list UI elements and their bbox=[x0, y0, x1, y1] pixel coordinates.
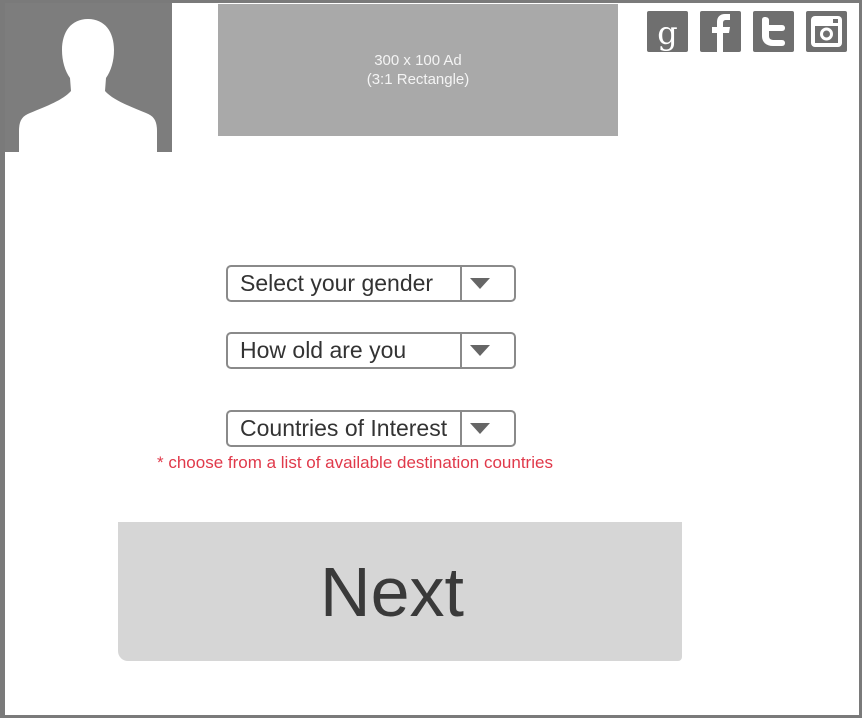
google-icon: g bbox=[657, 14, 677, 52]
next-button-label: Next bbox=[320, 552, 464, 631]
chevron-down-icon bbox=[470, 278, 490, 289]
google-button[interactable]: g bbox=[647, 11, 688, 52]
age-dropdown-toggle[interactable] bbox=[460, 334, 514, 367]
twitter-icon bbox=[762, 17, 785, 46]
facebook-icon bbox=[712, 14, 730, 52]
avatar[interactable] bbox=[5, 3, 172, 152]
countries-select-value: Countries of Interest bbox=[240, 415, 448, 441]
gender-dropdown-toggle[interactable] bbox=[460, 267, 514, 300]
facebook-button[interactable] bbox=[700, 11, 741, 52]
gender-select[interactable]: Select your gender bbox=[226, 265, 516, 302]
instagram-button[interactable] bbox=[806, 11, 847, 52]
ad-ratio-label: (3:1 Rectangle) bbox=[366, 71, 470, 88]
chevron-down-icon bbox=[470, 423, 490, 434]
svg-text:g: g bbox=[657, 14, 677, 52]
countries-hint: * choose from a list of available destin… bbox=[157, 453, 553, 472]
ad-size-label: 300 x 100 Ad bbox=[374, 52, 462, 69]
instagram-icon bbox=[811, 16, 842, 47]
countries-dropdown-toggle[interactable] bbox=[460, 412, 514, 445]
age-select[interactable]: How old are you bbox=[226, 332, 516, 369]
user-silhouette-icon bbox=[19, 19, 157, 152]
ad-banner[interactable]: 300 x 100 Ad (3:1 Rectangle) bbox=[218, 4, 618, 136]
countries-select[interactable]: Countries of Interest bbox=[226, 410, 516, 447]
gender-select-value: Select your gender bbox=[240, 270, 434, 296]
next-button[interactable]: Next bbox=[118, 522, 682, 661]
twitter-button[interactable] bbox=[753, 11, 794, 52]
chevron-down-icon bbox=[470, 345, 490, 356]
age-select-value: How old are you bbox=[240, 337, 407, 363]
